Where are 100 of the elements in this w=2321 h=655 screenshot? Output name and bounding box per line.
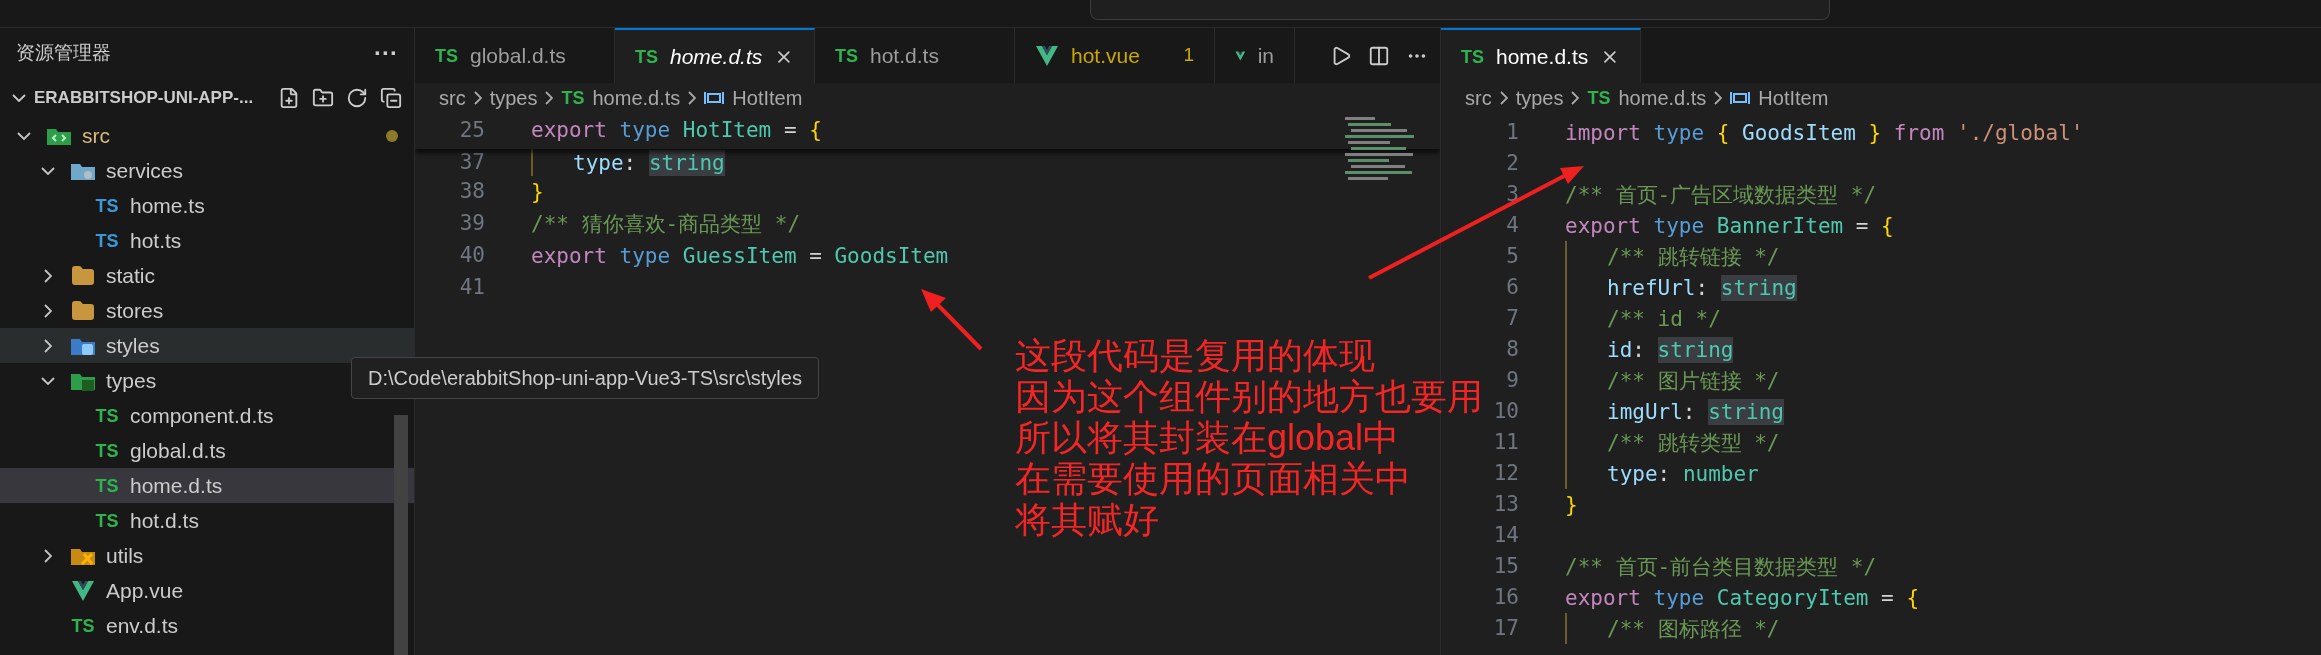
file-name: home.ts (130, 192, 205, 219)
chevron-right-icon (1714, 91, 1723, 105)
editor-tab[interactable]: hot.vue 1 (1015, 28, 1215, 83)
split-editor-icon[interactable] (1368, 44, 1390, 67)
code-token: /** 跳转类型 */ (1607, 429, 1780, 456)
code-token: } (1565, 491, 1578, 518)
ts-file-icon: TS (1587, 89, 1611, 107)
code-token: type (1653, 584, 1706, 611)
line-number: 7 (1506, 304, 1519, 332)
file-name: static (106, 262, 155, 289)
tab-label: hot.vue (1071, 42, 1140, 69)
vue-icon (71, 579, 95, 602)
annotation-text: 在需要使用的页面相关中 (1015, 458, 1412, 499)
symbol-icon (704, 90, 725, 106)
indent-guide (531, 149, 533, 176)
more-actions[interactable]: ··· (374, 35, 398, 71)
file-name: hot.ts (130, 227, 182, 254)
code-token: './global' (1957, 119, 2084, 146)
tree-item[interactable]: stores (0, 293, 414, 328)
breadcrumb-item[interactable]: home.d.ts (1618, 83, 1707, 113)
folder-icon (71, 298, 95, 323)
tooltip: D:\Code\erabbitShop-uni-app-Vue3-TS\src\styles (351, 357, 819, 399)
tree-item[interactable]: TS global.d.ts (0, 433, 414, 468)
tree-item[interactable]: App.vue (0, 573, 414, 608)
breadcrumb-item[interactable]: types (489, 83, 538, 113)
tab-label: global.d.ts (470, 42, 566, 69)
code-token: imgUrl (1607, 398, 1683, 425)
editor-tab[interactable]: TS home.d.ts (615, 28, 815, 83)
minimap-drawing (1345, 117, 1414, 180)
editor-tab[interactable]: TS hot.d.ts (815, 28, 1015, 83)
code-token: string (648, 149, 725, 176)
tree-item[interactable]: TS home.ts (0, 188, 414, 223)
breadcrumb-item[interactable]: HotItem (732, 83, 803, 113)
code-token: /** 猜你喜欢-商品类型 */ (531, 211, 801, 237)
new-file-icon[interactable] (278, 87, 300, 109)
annotation-text: 因为这个组件别的地方也要用 (1015, 376, 1483, 417)
tree-item[interactable]: TS component.d.ts (0, 398, 414, 433)
refresh-icon[interactable] (346, 87, 368, 109)
code-token: id (1607, 336, 1633, 363)
collapse-icon[interactable] (380, 87, 402, 109)
annotation-arrow (921, 289, 983, 351)
code-token: export (531, 243, 608, 269)
code-token: type (619, 243, 672, 269)
tree-item[interactable]: static (0, 258, 414, 293)
code-token: GuessItem (682, 243, 797, 269)
line-number: 8 (1506, 335, 1519, 363)
chevron-right-icon (1571, 91, 1580, 105)
folder-icon (71, 263, 95, 288)
code-token: type (1607, 460, 1658, 487)
breadcrumb-item[interactable]: HotItem (1758, 83, 1829, 113)
code-token: : (1695, 274, 1710, 301)
line-number: 9 (1506, 366, 1519, 394)
file-name: src (82, 122, 110, 149)
tree-item[interactable]: TS env.d.ts (0, 608, 414, 643)
code-token: = (782, 117, 798, 145)
line-number: 3 (1506, 180, 1519, 208)
code-token: BannerItem (1716, 212, 1844, 239)
breadcrumb-item[interactable]: src (1465, 83, 1492, 113)
tree-item[interactable]: styles (0, 328, 414, 363)
tab-label: home.d.ts (1496, 43, 1589, 70)
line-number: 38 (459, 178, 485, 206)
file-name: env.d.ts (106, 612, 178, 639)
chevron-right-icon (1499, 91, 1508, 105)
tab-label: home.d.ts (670, 43, 763, 70)
code-token: } (531, 179, 544, 205)
code-token: type (1653, 212, 1706, 239)
tree-item[interactable]: TS hot.ts (0, 223, 414, 258)
code-token: type (1653, 119, 1706, 146)
code-token: export (1565, 584, 1642, 611)
annotation-text: 所以将其封装在global中 (1015, 417, 1401, 458)
tree-item[interactable]: services (0, 153, 414, 188)
chevron-right-icon (473, 91, 482, 105)
ts-file-icon: TS (1461, 47, 1484, 66)
code-token: = (1880, 584, 1895, 611)
scrollbar[interactable] (394, 415, 408, 655)
code-token: from (1892, 119, 1946, 146)
code-token: string (1720, 274, 1797, 301)
file-name: component.d.ts (130, 402, 274, 429)
file-name: home.d.ts (130, 472, 223, 499)
editor-tab[interactable]: in (1215, 28, 1295, 83)
breadcrumb-item[interactable]: types (1515, 83, 1564, 113)
code-token: GoodsItem (1742, 119, 1856, 146)
file-name: utils (106, 542, 144, 569)
code-token: GoodsItem (834, 243, 949, 269)
line-number: 25 (459, 117, 485, 145)
section-title[interactable]: ERABBITSHOP-UNI-APP-... (34, 85, 254, 111)
code-token: /** 首页-广告区域数据类型 */ (1565, 181, 1877, 208)
editor-tab[interactable]: TS home.d.ts (1441, 28, 1641, 83)
tree-item[interactable]: TS hot.d.ts (0, 503, 414, 538)
line-number: 11 (1493, 428, 1519, 456)
tree-item[interactable]: utils (0, 538, 414, 573)
ts-file-icon: TS (95, 511, 119, 530)
ts-file-icon: TS (95, 441, 119, 460)
file-name: stores (106, 297, 164, 324)
new-folder-icon[interactable] (312, 87, 334, 109)
line-number: 17 (1493, 614, 1519, 642)
tree-item[interactable]: TS home.d.ts (0, 468, 414, 503)
breadcrumb-item[interactable]: src (439, 83, 466, 113)
breadcrumb-item[interactable]: home.d.ts (592, 83, 681, 113)
tree-item[interactable]: src (0, 118, 414, 153)
